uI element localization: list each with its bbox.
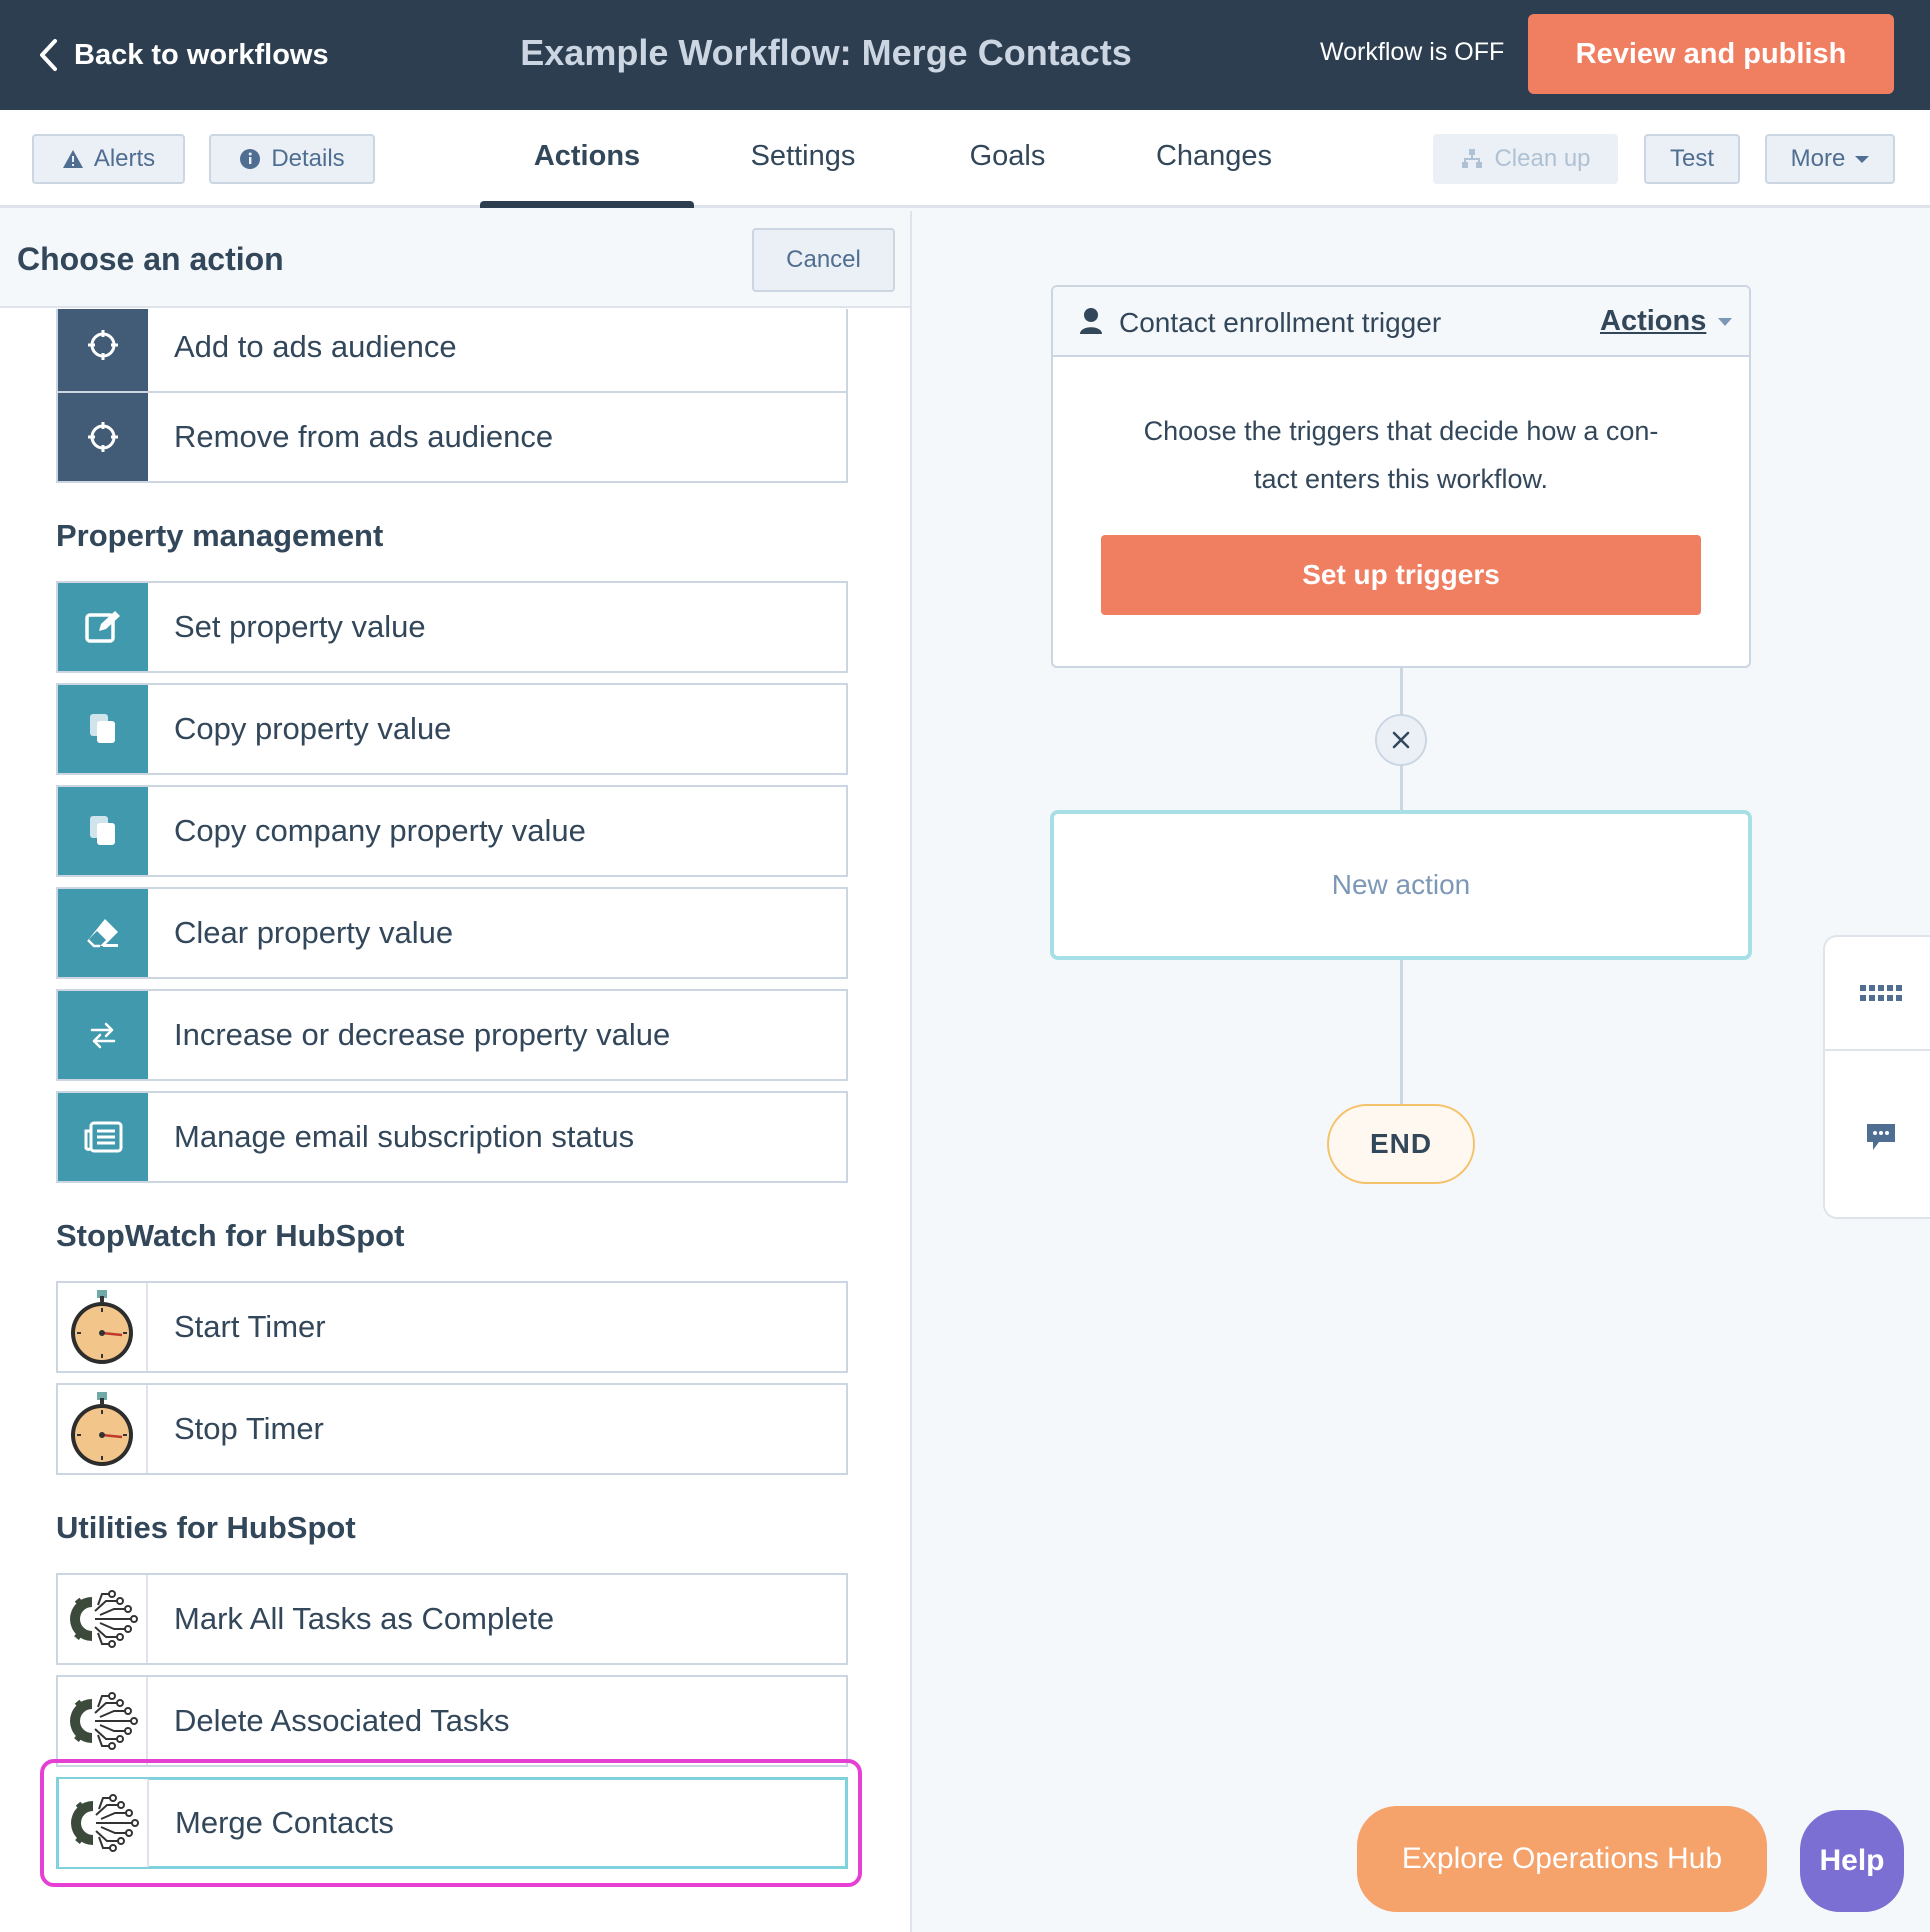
action-stop-timer[interactable]: Stop Timer bbox=[56, 1383, 848, 1475]
tab-settings[interactable]: Settings bbox=[720, 140, 886, 173]
section-property-management: Property management bbox=[56, 518, 384, 553]
test-button[interactable]: Test bbox=[1644, 134, 1740, 184]
new-action-placeholder[interactable]: New action bbox=[1050, 810, 1752, 960]
action-remove-from-ads-audience[interactable]: Remove from ads audience bbox=[56, 391, 848, 483]
action-merge-contacts[interactable]: Merge Contacts bbox=[56, 1777, 848, 1869]
grid-dots-icon[interactable] bbox=[1860, 985, 1904, 1003]
trigger-actions-label: Actions bbox=[1600, 305, 1707, 337]
close-icon bbox=[1392, 731, 1410, 749]
action-start-timer[interactable]: Start Timer bbox=[56, 1281, 848, 1373]
panel-title: Choose an action bbox=[17, 241, 284, 277]
action-label: Stop Timer bbox=[174, 1411, 324, 1446]
newspaper-icon bbox=[84, 1121, 123, 1153]
help-button[interactable]: Help bbox=[1800, 1810, 1904, 1912]
action-copy-property-value[interactable]: Copy property value bbox=[56, 683, 848, 775]
caret-down-icon bbox=[1855, 155, 1870, 163]
action-label: Increase or decrease property value bbox=[174, 1017, 671, 1052]
eraser-icon bbox=[87, 919, 118, 948]
trigger-card-header: Contact enrollment trigger Actions bbox=[1053, 287, 1749, 357]
trigger-description-line: tact enters this workflow. bbox=[1253, 464, 1549, 494]
end-node: END bbox=[1327, 1104, 1475, 1184]
action-mark-all-tasks-complete[interactable]: Mark All Tasks as Complete bbox=[56, 1573, 848, 1665]
review-and-publish-button[interactable]: Review and publish bbox=[1528, 14, 1894, 94]
connector-line bbox=[1400, 668, 1403, 714]
action-label: Start Timer bbox=[174, 1309, 326, 1344]
trigger-description-line: Choose the triggers that decide how a co… bbox=[1143, 416, 1659, 446]
active-tab-indicator bbox=[480, 201, 694, 208]
action-label: Clear property value bbox=[174, 915, 454, 950]
action-label: Copy property value bbox=[174, 711, 452, 746]
panel-header: Choose an action Cancel bbox=[0, 211, 910, 308]
action-set-property-value[interactable]: Set property value bbox=[56, 581, 848, 673]
workflow-nav: Alerts Details Actions Settings Goals Ch… bbox=[0, 110, 1930, 208]
action-label: Remove from ads audience bbox=[174, 419, 554, 454]
action-clear-property-value[interactable]: Clear property value bbox=[56, 887, 848, 979]
action-delete-associated-tasks[interactable]: Delete Associated Tasks bbox=[56, 1675, 848, 1767]
copy-icon bbox=[90, 714, 115, 743]
remove-action-button[interactable] bbox=[1375, 714, 1427, 766]
action-label: Add to ads audience bbox=[174, 329, 457, 364]
section-stopwatch: StopWatch for HubSpot bbox=[56, 1218, 405, 1253]
action-add-to-ads-audience[interactable]: Add to ads audience bbox=[56, 309, 848, 395]
caret-down-icon bbox=[1718, 317, 1733, 326]
action-label: Copy company property value bbox=[174, 813, 586, 848]
more-dropdown[interactable]: More bbox=[1765, 134, 1895, 184]
cancel-button[interactable]: Cancel bbox=[752, 228, 895, 292]
more-label: More bbox=[1790, 145, 1846, 172]
top-bar: Back to workflows Example Workflow: Merg… bbox=[0, 0, 1930, 110]
details-button[interactable]: Details bbox=[209, 134, 375, 184]
target-icon bbox=[88, 330, 118, 360]
trigger-actions-dropdown[interactable]: Actions bbox=[1600, 305, 1733, 338]
details-label: Details bbox=[271, 145, 345, 172]
action-increase-decrease-property-value[interactable]: Increase or decrease property value bbox=[56, 989, 848, 1081]
side-widget bbox=[1823, 935, 1930, 1219]
edit-icon bbox=[85, 611, 120, 643]
action-copy-company-property-value[interactable]: Copy company property value bbox=[56, 785, 848, 877]
stopwatch-icon bbox=[71, 1290, 133, 1364]
test-label: Test bbox=[1669, 145, 1714, 172]
action-manage-email-subscription-status[interactable]: Manage email subscription status bbox=[56, 1091, 848, 1183]
choose-action-panel: Choose an action Cancel Add to ads audie… bbox=[0, 211, 912, 1932]
trigger-description: Choose the triggers that decide how a co… bbox=[1103, 407, 1699, 503]
trigger-title: Contact enrollment trigger bbox=[1119, 307, 1442, 338]
info-icon bbox=[240, 149, 261, 169]
workflow-status: Workflow is OFF bbox=[1320, 38, 1505, 66]
action-label: Delete Associated Tasks bbox=[174, 1703, 510, 1738]
alerts-button[interactable]: Alerts bbox=[32, 134, 185, 184]
explore-operations-hub-button[interactable]: Explore Operations Hub bbox=[1357, 1806, 1767, 1912]
connector-line bbox=[1400, 960, 1403, 1104]
stopwatch-icon bbox=[71, 1392, 133, 1466]
clean-up-label: Clean up bbox=[1494, 145, 1591, 172]
action-label: Mark All Tasks as Complete bbox=[174, 1601, 555, 1636]
action-label: Manage email subscription status bbox=[174, 1119, 635, 1154]
clean-up-button[interactable]: Clean up bbox=[1433, 134, 1618, 184]
gear-circuit-icon bbox=[71, 1794, 139, 1852]
alerts-label: Alerts bbox=[93, 145, 156, 172]
action-label: Merge Contacts bbox=[175, 1805, 394, 1840]
copy-icon bbox=[90, 816, 115, 845]
enrollment-trigger-card: Contact enrollment trigger Actions Choos… bbox=[1051, 285, 1751, 668]
connector-line bbox=[1400, 766, 1403, 810]
comment-icon[interactable] bbox=[1865, 1122, 1897, 1152]
person-icon bbox=[1080, 308, 1102, 334]
action-label: Set property value bbox=[174, 609, 426, 644]
tab-actions[interactable]: Actions bbox=[480, 140, 694, 173]
swap-arrows-icon bbox=[90, 1022, 116, 1049]
widget-divider bbox=[1825, 1049, 1930, 1051]
set-up-triggers-button[interactable]: Set up triggers bbox=[1101, 535, 1701, 615]
gear-circuit-icon bbox=[70, 1590, 138, 1648]
tab-changes[interactable]: Changes bbox=[1130, 140, 1298, 173]
target-icon bbox=[88, 422, 118, 452]
section-utilities: Utilities for HubSpot bbox=[56, 1510, 356, 1545]
warning-icon bbox=[62, 150, 83, 168]
gear-circuit-icon bbox=[70, 1692, 138, 1750]
hierarchy-icon bbox=[1462, 149, 1483, 168]
tab-goals[interactable]: Goals bbox=[935, 140, 1080, 173]
